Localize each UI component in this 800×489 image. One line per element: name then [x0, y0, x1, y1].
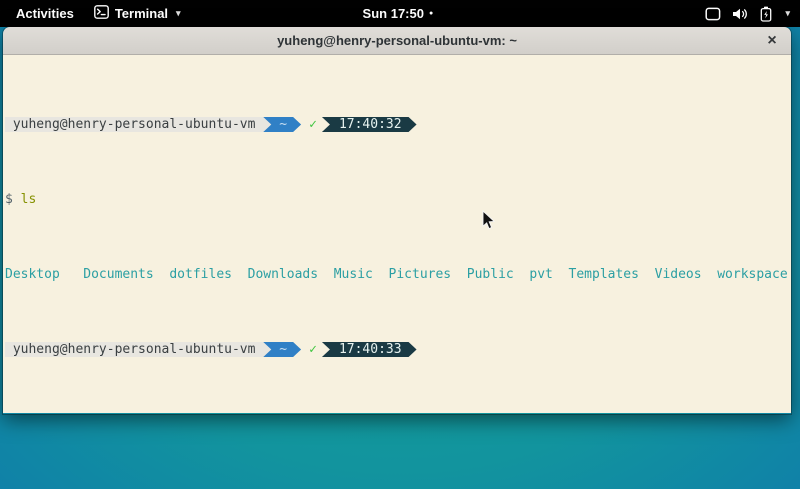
prompt-user-segment: yuheng@henry-personal-ubuntu-vm	[5, 342, 272, 357]
app-menu[interactable]: Terminal ▾	[94, 5, 181, 22]
terminal-window: yuheng@henry-personal-ubuntu-vm: ~ × yuh…	[3, 27, 791, 414]
command-line: $ls	[5, 192, 791, 207]
prompt-time-segment: 17:40:32	[322, 117, 417, 132]
chevron-down-icon: ▾	[785, 8, 790, 19]
clock-button[interactable]: Sun 17:50 ●	[363, 6, 434, 21]
terminal-content[interactable]: yuheng@henry-personal-ubuntu-vm ~ ✓ 17:4…	[3, 55, 791, 413]
prompt-time-segment: 17:40:33	[322, 342, 417, 357]
notification-dot-icon: ●	[429, 10, 433, 17]
close-button[interactable]: ×	[761, 30, 783, 52]
command-text: ls	[13, 192, 36, 207]
system-tray-menu[interactable]: ▾	[705, 0, 800, 27]
window-title: yuheng@henry-personal-ubuntu-vm: ~	[277, 33, 517, 48]
prompt-char: $	[5, 192, 13, 207]
app-menu-label: Terminal	[115, 6, 168, 21]
terminal-app-icon	[94, 5, 109, 22]
check-icon: ✓	[301, 117, 322, 132]
activities-button[interactable]: Activities	[10, 4, 80, 23]
ls-output-line: Desktop Documents dotfiles Downloads Mus…	[5, 267, 791, 282]
volume-icon	[732, 7, 749, 21]
prompt-line: yuheng@henry-personal-ubuntu-vm ~ ✓ 17:4…	[5, 342, 791, 357]
chevron-down-icon: ▾	[176, 8, 181, 19]
clock-label: Sun 17:50	[363, 6, 424, 21]
prompt-line: yuheng@henry-personal-ubuntu-vm ~ ✓ 17:4…	[5, 117, 791, 132]
display-icon	[705, 7, 721, 21]
check-icon: ✓	[301, 342, 322, 357]
window-titlebar[interactable]: yuheng@henry-personal-ubuntu-vm: ~ ×	[3, 27, 791, 55]
prompt-user-segment: yuheng@henry-personal-ubuntu-vm	[5, 117, 272, 132]
battery-charging-icon	[760, 6, 772, 22]
top-bar: Activities Terminal ▾ Sun 17:50 ●	[0, 0, 800, 27]
